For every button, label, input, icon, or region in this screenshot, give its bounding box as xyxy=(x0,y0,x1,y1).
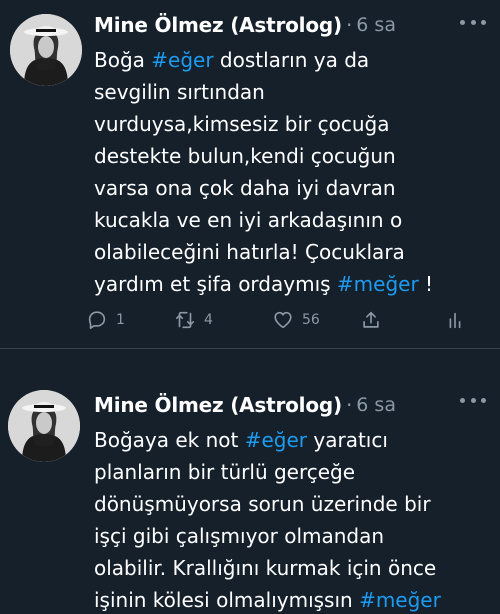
share-button[interactable] xyxy=(360,304,382,336)
text-segment: yaratıcı xyxy=(307,428,388,452)
retweet-button[interactable]: 4 xyxy=(174,304,213,336)
text-segment: yardım et şifa ordaymış xyxy=(94,272,337,296)
text-segment: dönüşmüyorsa sorun üzerinde bir xyxy=(94,492,431,516)
tweet[interactable]: Mine Ölmez (Astrolog) · 6 sa Boğaya ek n… xyxy=(0,378,500,614)
author-name[interactable]: Mine Ölmez (Astrolog) xyxy=(94,13,342,37)
reply-icon xyxy=(88,311,106,330)
text-segment: olabilir. Krallığını kurmak için önce xyxy=(94,556,437,580)
stats-icon xyxy=(449,312,461,329)
more-icon[interactable] xyxy=(460,12,486,32)
tweet-actions: 1 4 56 xyxy=(84,304,484,336)
tweet-divider xyxy=(0,348,500,349)
hashtag-link[interactable]: #meğer xyxy=(337,272,419,296)
reply-count: 1 xyxy=(116,312,125,328)
tweet-text-line: varsa ona çok daha iyi davran xyxy=(94,172,488,204)
tweet-text-line: kucakla ve en iyi arkadaşının o xyxy=(94,204,488,236)
tweet-text-line: vurduysa,kimsesiz bir çocuğa xyxy=(94,108,488,140)
reply-button[interactable]: 1 xyxy=(86,304,125,336)
author-name[interactable]: Mine Ölmez (Astrolog) xyxy=(94,393,342,417)
tweet-text-line: Boğa #eğer dostların ya da xyxy=(94,44,488,76)
tweet[interactable]: Mine Ölmez (Astrolog) · 6 sa Boğa #eğer … xyxy=(0,0,500,344)
tweet-feed: Mine Ölmez (Astrolog) · 6 sa Boğa #eğer … xyxy=(0,0,500,614)
text-segment: dostların ya da xyxy=(213,48,370,72)
tweet-text-line: olabileceğini hatırla! Çocuklara xyxy=(94,236,488,268)
stats-button[interactable] xyxy=(444,304,466,336)
text-segment: varsa ona çok daha iyi davran xyxy=(94,176,396,200)
text-segment: sevgilin sırtından xyxy=(94,80,265,104)
tweet-text-line: Boğaya ek not #eğer yaratıcı xyxy=(94,424,488,456)
text-segment: Boğaya ek not xyxy=(94,428,245,452)
separator-dot: · xyxy=(345,13,353,37)
timestamp[interactable]: 6 sa xyxy=(356,14,396,36)
text-segment: işinin kölesi olmalıymışsın xyxy=(94,588,360,612)
tweet-text-line: yardım et şifa ordaymış #meğer ! xyxy=(94,268,488,300)
tweet-text-line: işçi gibi çalışmıyor olmandan xyxy=(94,520,488,552)
tweet-text: Boğaya ek not #eğer yaratıcı planların bi… xyxy=(94,424,488,614)
tweet-text-line: işinin kölesi olmalıymışsın #meğer xyxy=(94,584,488,614)
retweet-count: 4 xyxy=(204,312,213,328)
avatar[interactable] xyxy=(8,390,80,462)
tweet-text-line: olabilir. Krallığını kurmak için önce xyxy=(94,552,488,584)
text-segment: planların bir türlü gerçeğe xyxy=(94,460,356,484)
like-button[interactable]: 56 xyxy=(272,304,320,336)
tweet-text-line: sevgilin sırtından xyxy=(94,76,488,108)
tweet-text-line: destekte bulun,kendi çocuğun xyxy=(94,140,488,172)
like-count: 56 xyxy=(302,312,320,328)
hashtag-link[interactable]: #eğer xyxy=(151,48,213,72)
text-segment: destekte bulun,kendi çocuğun xyxy=(94,144,396,168)
share-icon xyxy=(363,311,379,328)
retweet-icon xyxy=(175,311,195,329)
text-segment: olabileceğini hatırla! Çocuklara xyxy=(94,240,405,264)
tweet-header: Mine Ölmez (Astrolog) · 6 sa xyxy=(94,10,396,40)
text-segment: işçi gibi çalışmıyor olmandan xyxy=(94,524,385,548)
timestamp[interactable]: 6 sa xyxy=(356,394,396,416)
text-segment: vurduysa,kimsesiz bir çocuğa xyxy=(94,112,390,136)
tweet-header: Mine Ölmez (Astrolog) · 6 sa xyxy=(94,390,396,420)
text-segment: Boğa xyxy=(94,48,152,72)
hashtag-link[interactable]: #meğer xyxy=(359,588,441,612)
text-segment: kucakla ve en iyi arkadaşının o xyxy=(94,208,403,232)
tweet-text: Boğa #eğer dostların ya da sevgilin sırtı… xyxy=(94,44,488,300)
separator-dot: · xyxy=(345,393,353,417)
text-segment: ! xyxy=(418,272,434,296)
avatar[interactable] xyxy=(10,14,82,86)
tweet-text-line: planların bir türlü gerçeğe xyxy=(94,456,488,488)
hashtag-link[interactable]: #eğer xyxy=(245,428,307,452)
more-icon[interactable] xyxy=(460,390,486,410)
like-icon xyxy=(274,311,292,329)
tweet-text-line: dönüşmüyorsa sorun üzerinde bir xyxy=(94,488,488,520)
